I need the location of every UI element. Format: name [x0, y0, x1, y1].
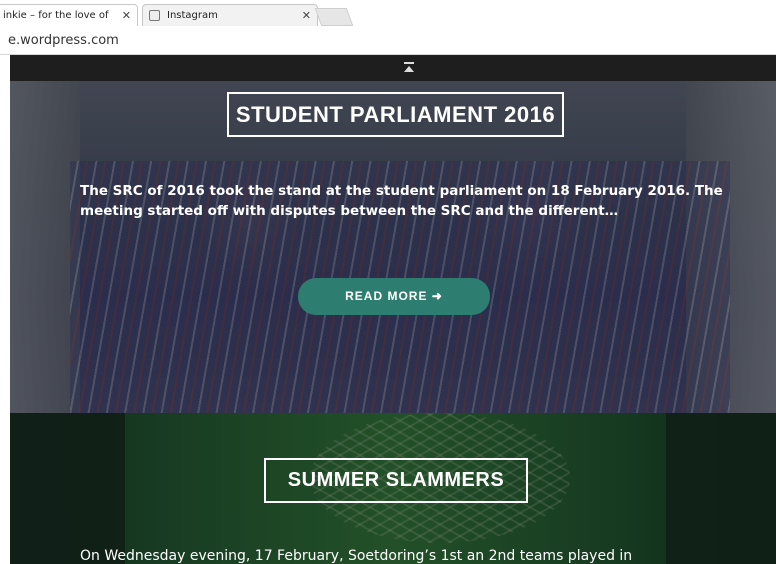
post-hero-summer-slammers: SUMMER SLAMMERS On Wednesday evening, 17… [10, 413, 776, 564]
url-text[interactable]: e.wordpress.com [8, 33, 119, 48]
new-tab-button[interactable] [314, 8, 354, 26]
scroll-to-top-icon[interactable] [403, 62, 415, 74]
post-title[interactable]: STUDENT PARLIAMENT 2016 [227, 92, 564, 137]
tab-close-icon[interactable]: ✕ [302, 5, 311, 27]
tab-instagram[interactable]: Instagram ✕ [142, 4, 318, 26]
site-top-strip [10, 55, 776, 81]
post-excerpt: On Wednesday evening, 17 February, Soetd… [80, 548, 633, 564]
browser-tab-strip: inkie – for the love of ✕ Instagram ✕ [0, 0, 776, 28]
tab-close-icon[interactable]: ✕ [122, 5, 131, 27]
tab-title: inkie – for the love of [3, 10, 109, 21]
read-more-button[interactable]: READ MORE ➜ [298, 278, 490, 315]
tab-wordpress[interactable]: inkie – for the love of ✕ [0, 4, 138, 26]
address-bar[interactable]: e.wordpress.com [0, 28, 776, 55]
tab-title: Instagram [167, 10, 218, 21]
post-excerpt: The SRC of 2016 took the stand at the st… [80, 183, 723, 219]
post-hero-student-parliament: STUDENT PARLIAMENT 2016 The SRC of 2016 … [10, 81, 776, 413]
post-title[interactable]: SUMMER SLAMMERS [264, 458, 528, 503]
instagram-favicon-icon [149, 10, 160, 21]
